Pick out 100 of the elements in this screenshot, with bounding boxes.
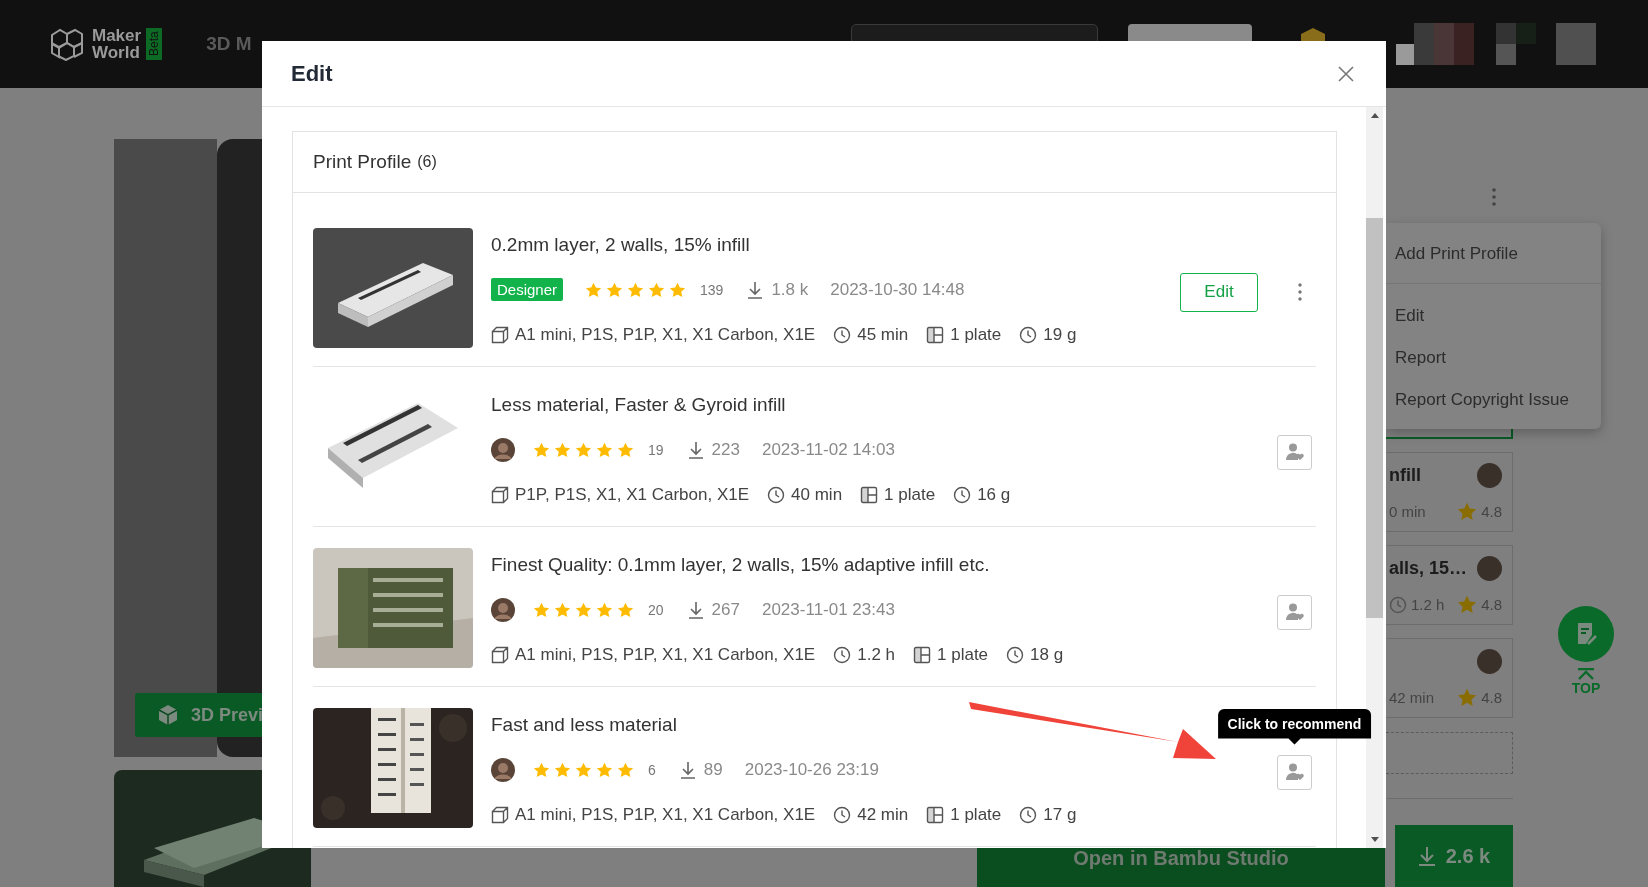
printer-list: A1 mini, P1S, P1P, X1, X1 Carbon, X1E [515,804,816,825]
logo-icon[interactable] [50,27,84,61]
star-icon [585,281,603,298]
rating: 4.8 [1481,503,1502,520]
star-icon [1457,595,1478,614]
avatar-icon [1477,649,1502,674]
star-icon [575,601,592,618]
star-icon [1457,688,1478,707]
avatar-icon[interactable] [491,597,515,622]
profile-card[interactable]: 42 min 4.8 [1386,638,1513,718]
profile-card[interactable]: alls, 15… 1.2 h 4.8 [1386,545,1513,625]
print-time: 0 min [1389,503,1426,520]
plate-icon [913,645,931,664]
cube-icon [491,805,509,824]
print-time: 1.2 h [1411,596,1445,613]
designer-badge: Designer [491,278,564,301]
clock-icon [833,645,852,664]
menu-item[interactable]: Report [1386,336,1601,378]
scrollbar-thumb[interactable] [1366,218,1383,618]
download-icon [1417,846,1436,866]
plate-count: 1 plate [950,804,1002,825]
user-heart-icon [1284,602,1305,622]
dialog-title: Edit [291,60,333,87]
profile-title: alls, 15… [1389,558,1468,579]
star-icon [617,601,634,618]
rating-count: 20 [648,601,664,618]
filament-weight: 19 g [1043,324,1077,345]
download-count: 1.8 k [771,279,809,300]
profile-title: nfill [1389,465,1421,486]
star-icon [1457,502,1478,521]
download-icon [687,600,704,619]
cube-icon [491,485,509,504]
user-heart-icon [1284,442,1305,462]
star-icon [617,761,634,778]
cube-icon [491,325,509,344]
print-time: 1.2 h [857,644,895,665]
recommend-button[interactable] [1277,434,1312,470]
rating: 4.8 [1481,596,1502,613]
download-icon [687,440,704,459]
profile-card[interactable]: nfill 0 min 4.8 [1386,452,1513,532]
print-time: 42 min [1389,689,1435,706]
rating-count: 19 [648,441,664,458]
scrollbar[interactable] [1366,107,1383,848]
star-icon [596,441,613,458]
download-button[interactable]: 2.6 k [1395,825,1513,887]
star-icon [533,441,550,458]
plate-count: 1 plate [884,484,936,505]
filament-weight: 18 g [1030,644,1064,665]
menu-item[interactable]: Edit [1386,294,1601,336]
star-icon [575,441,592,458]
clock-icon [767,485,786,504]
section-title: Print Profile [313,151,412,173]
download-icon [679,760,696,779]
profile-title[interactable]: Less material, Faster & Gyroid infill [491,393,786,416]
date-text: 2023-10-26 23:19 [744,759,879,780]
edit-button[interactable]: Edit [1180,272,1258,312]
avatar-icon [1477,463,1502,488]
recommend-button[interactable] [1277,754,1312,790]
scroll-down-icon[interactable] [1370,837,1379,842]
rating-count: 6 [648,761,656,778]
avatar-icon[interactable] [491,757,515,782]
rating: 4.8 [1481,689,1502,706]
clock-icon [953,485,972,504]
star-icon [554,601,571,618]
menu-item[interactable]: Report Copyright Issue [1386,378,1601,420]
star-icon [554,441,571,458]
more-icon[interactable] [1492,188,1496,206]
avatar-icon[interactable] [491,437,515,462]
caret-icon [1576,668,1596,680]
plate-count: 1 plate [937,644,989,665]
scroll-up-icon[interactable] [1370,113,1379,118]
printer-list: A1 mini, P1S, P1P, X1, X1 Carbon, X1E [515,644,816,665]
logo-text[interactable]: Maker World [92,27,142,61]
profile-title[interactable]: 0.2mm layer, 2 walls, 15% infill [491,233,750,256]
close-icon [1338,65,1354,82]
clock-icon [1389,595,1407,614]
clock-icon [1019,805,1038,824]
beta-badge: Beta [146,28,163,60]
tooltip: Click to recommend [1217,708,1372,745]
plate-count: 1 plate [950,324,1002,345]
download-count: 223 [711,439,740,460]
download-count: 89 [703,759,723,780]
date-text: 2023-10-30 14:48 [830,279,965,300]
nav-link[interactable]: 3D M [206,33,252,55]
profile-count: (6) [417,153,437,171]
profile-title[interactable]: Finest Quality: 0.1mm layer, 2 walls, 15% adaptive infill etc. [491,553,990,576]
star-icon [533,601,550,618]
more-icon[interactable] [1298,283,1302,301]
printer-list: P1P, P1S, X1, X1 Carbon, X1E [515,484,750,505]
cube-icon [491,645,509,664]
clock-icon [833,805,852,824]
plate-icon [860,485,879,504]
download-icon [747,280,764,299]
rating-count: 139 [700,281,724,298]
recommend-button[interactable] [1277,594,1312,630]
menu-item[interactable]: Add Print Profile [1386,233,1601,274]
clock-icon [1006,645,1025,664]
avatar-icon [1477,556,1502,581]
profile-title[interactable]: Fast and less material [491,713,677,736]
print-time: 40 min [791,484,843,505]
